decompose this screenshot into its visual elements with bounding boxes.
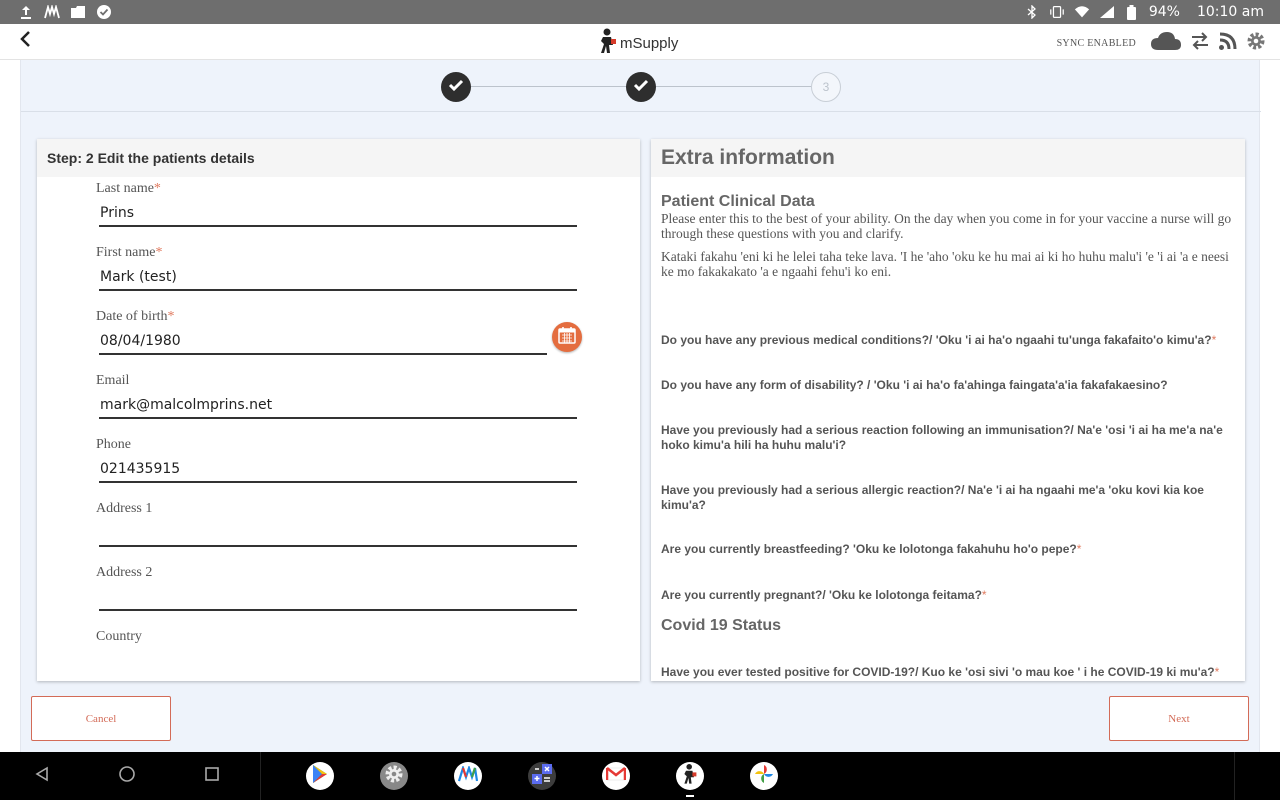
check-icon: [448, 78, 464, 97]
upload-icon: [18, 4, 34, 20]
calculator-app[interactable]: [528, 762, 556, 790]
progress-stepper: 3: [21, 60, 1261, 112]
pinwheel-photos-icon: [754, 764, 774, 789]
check-circle-icon: [96, 4, 112, 20]
gear-icon[interactable]: [1246, 31, 1266, 56]
msupply-mascot-icon: [682, 763, 698, 790]
nav-back-button[interactable]: [30, 764, 54, 788]
msupply-mascot-icon: [598, 28, 618, 59]
phone-field: Phone: [96, 435, 131, 453]
triangle-back-icon: [34, 766, 50, 787]
extra-information-panel: Extra information Patient Clinical Data …: [651, 139, 1245, 681]
bluetooth-icon: [1024, 4, 1040, 20]
app-bar: mSupply SYNC ENABLED: [0, 24, 1280, 60]
main-content: 3 Step: 2 Edit the patients details Last…: [20, 60, 1261, 752]
gmail-icon: [605, 766, 627, 787]
field-label: Address 1: [96, 501, 153, 516]
battery-percent: 94%: [1148, 4, 1180, 20]
clock: 10:10 am: [1196, 4, 1264, 20]
calendar-icon: [558, 326, 576, 349]
dob-field: Date of birth*: [96, 307, 175, 325]
question-breastfeeding[interactable]: Are you currently breastfeeding? 'Oku ke…: [661, 542, 1231, 557]
step-connector: [656, 86, 811, 87]
signal-icon: [1099, 4, 1115, 20]
country-field: Country: [96, 627, 142, 645]
dock-divider: [260, 752, 261, 800]
email-field: Email: [96, 371, 129, 389]
step-3-pending: 3: [811, 72, 841, 102]
calculator-icon: [532, 763, 552, 789]
brand-name: mSupply: [620, 35, 679, 52]
address-1-input[interactable]: [99, 519, 577, 547]
wifi-icon: [1074, 4, 1090, 20]
cancel-button[interactable]: Cancel: [31, 696, 171, 741]
step-connector: [471, 86, 626, 87]
photos-icon: [70, 4, 86, 20]
rss-feed-icon[interactable]: [1218, 31, 1238, 56]
question-medical-conditions[interactable]: Do you have any previous medical conditi…: [661, 333, 1231, 348]
phone-input[interactable]: 021435915: [99, 455, 577, 483]
nav-recents-button[interactable]: [200, 764, 224, 788]
last-name-field: Last name*: [96, 179, 161, 197]
question-pregnant[interactable]: Are you currently pregnant?/ 'Oku ke lol…: [661, 588, 1231, 603]
intro-english: Please enter this to the best of your ab…: [661, 211, 1232, 241]
panel-title: Extra information: [651, 139, 1245, 177]
vibrate-icon: [1049, 4, 1065, 20]
chevron-left-icon: [19, 31, 31, 52]
address-1-field: Address 1: [96, 499, 152, 517]
status-bar: 94% 10:10 am: [0, 0, 1280, 24]
settings-app[interactable]: [380, 762, 408, 790]
gmail-app[interactable]: [602, 762, 630, 790]
back-button[interactable]: [0, 24, 50, 60]
step-2-complete: [626, 72, 656, 102]
first-name-input[interactable]: Mark (test): [99, 263, 577, 291]
brand-logo: mSupply: [598, 28, 678, 59]
date-picker-button[interactable]: [552, 322, 582, 352]
photos-app[interactable]: [750, 762, 778, 790]
play-store-app[interactable]: [306, 762, 334, 790]
check-icon: [633, 78, 649, 97]
first-name-field: First name*: [96, 243, 163, 261]
section-heading: Patient Clinical Data: [661, 193, 815, 210]
m-app[interactable]: [454, 762, 482, 790]
dock-divider: [1234, 752, 1235, 800]
settings-gear-icon: [384, 764, 404, 789]
intro-tongan: Kataki fakahu 'eni ki he lelei taha teke…: [661, 249, 1229, 279]
square-recents-icon: [204, 766, 220, 787]
next-button[interactable]: Next: [1109, 696, 1249, 741]
field-label: Last name*: [96, 181, 161, 196]
cloud-icon[interactable]: [1150, 30, 1182, 57]
field-label: First name*: [96, 245, 163, 260]
panel-title: Step: 2 Edit the patients details: [37, 139, 640, 177]
address-2-field: Address 2: [96, 563, 152, 581]
nav-home-button[interactable]: [115, 764, 139, 788]
field-label: Date of birth*: [96, 309, 175, 324]
last-name-input[interactable]: Prins: [99, 199, 577, 227]
dob-input[interactable]: 08/04/1980: [99, 327, 547, 355]
question-allergic-reaction[interactable]: Have you previously had a serious allerg…: [661, 483, 1231, 513]
system-navigation-bar: [0, 752, 1280, 800]
sync-arrows-icon[interactable]: [1190, 32, 1210, 55]
question-covid-positive[interactable]: Have you ever tested positive for COVID-…: [661, 665, 1231, 680]
question-disability[interactable]: Do you have any form of disability? / 'O…: [661, 378, 1231, 393]
field-label: Address 2: [96, 565, 153, 580]
battery-icon: [1124, 4, 1140, 20]
address-2-input[interactable]: [99, 583, 577, 611]
step-1-complete: [441, 72, 471, 102]
play-store-icon: [311, 764, 329, 789]
section-heading: Covid 19 Status: [661, 617, 782, 634]
field-label: Phone: [96, 437, 131, 452]
patient-details-panel: Step: 2 Edit the patients details Last n…: [37, 139, 640, 681]
active-app-indicator: [686, 795, 694, 797]
app-icon: [44, 4, 60, 20]
m-logo-icon: [457, 763, 479, 787]
question-immunisation-reaction[interactable]: Have you previously had a serious reacti…: [661, 423, 1231, 453]
circle-home-icon: [118, 765, 136, 788]
msupply-app[interactable]: [676, 762, 704, 790]
field-label: Email: [96, 373, 130, 388]
field-label: Country: [96, 629, 142, 644]
clinical-data-intro: Patient Clinical Data Please enter this …: [661, 193, 1236, 279]
sync-status: SYNC ENABLED: [1056, 38, 1136, 49]
email-input[interactable]: mark@malcolmprins.net: [99, 391, 577, 419]
